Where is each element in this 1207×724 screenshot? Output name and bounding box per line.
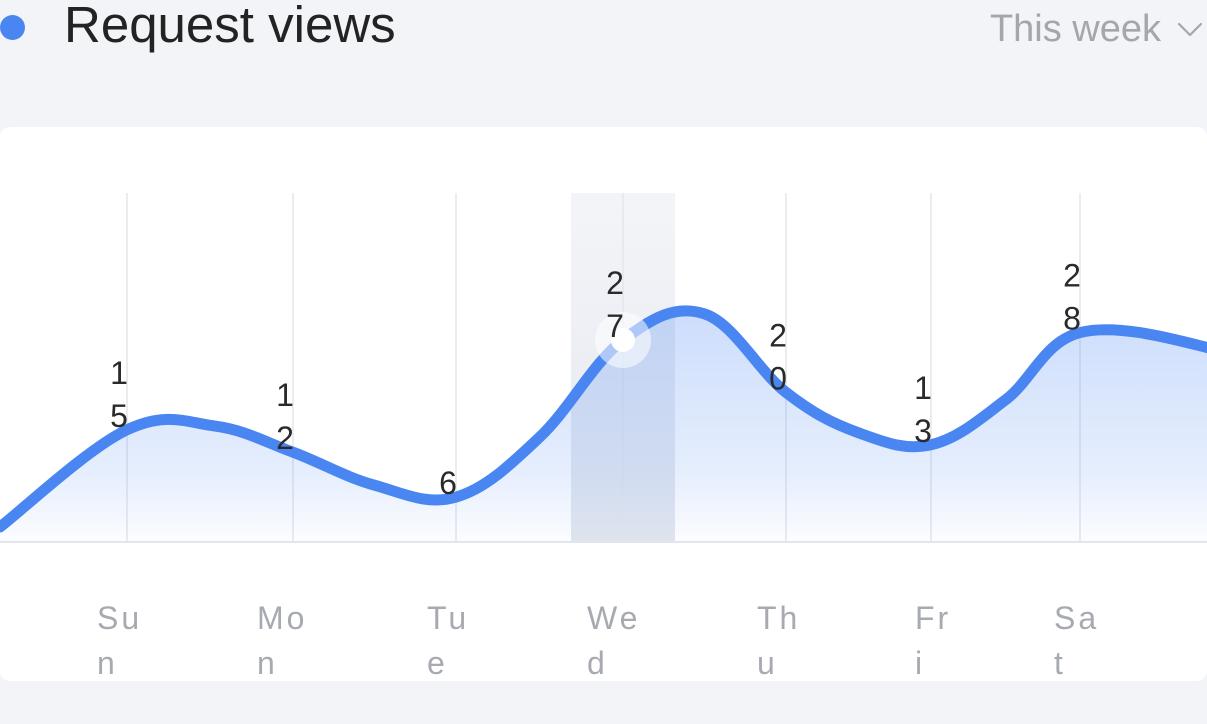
- x-tick-label-wed: We d: [587, 600, 640, 681]
- value-label-tue: 6: [439, 465, 457, 501]
- area-chart: 1 51 262 7 2 0 1 32 8Su nMo nTu eWe dTh uFr iSa t: [0, 193, 1207, 681]
- x-tick-label-fri: Fr i: [915, 600, 951, 681]
- value-label-sat: 28: [1063, 258, 1081, 337]
- period-dropdown[interactable]: This week: [990, 4, 1207, 54]
- series-dot-icon: [0, 15, 25, 40]
- chevron-down-icon: [1177, 22, 1203, 37]
- x-tick-label-sat: Sa t: [1054, 600, 1099, 681]
- chart-card: 1 5 1 2 6 2 7 2 0 1 3 2 8 Su n Mo n Tu e We d Th u Fr i Sa t: [0, 127, 1207, 681]
- x-tick-label-sun: Su n: [97, 600, 142, 681]
- value-label-sun: 15: [110, 355, 128, 434]
- value-label-fri: 13: [914, 370, 932, 449]
- period-dropdown-label: This week: [989, 7, 1161, 50]
- x-tick-label-thu: Th u: [757, 600, 800, 681]
- value-label-mon: 12: [276, 377, 294, 456]
- chart-header: Request views This week: [0, 0, 1207, 60]
- value-label-thu: 20: [769, 317, 787, 396]
- x-tick-label-tue: Tu e: [427, 600, 469, 681]
- x-tick-label-mon: Mo n: [257, 600, 307, 681]
- chart-title: Request views: [64, 0, 396, 53]
